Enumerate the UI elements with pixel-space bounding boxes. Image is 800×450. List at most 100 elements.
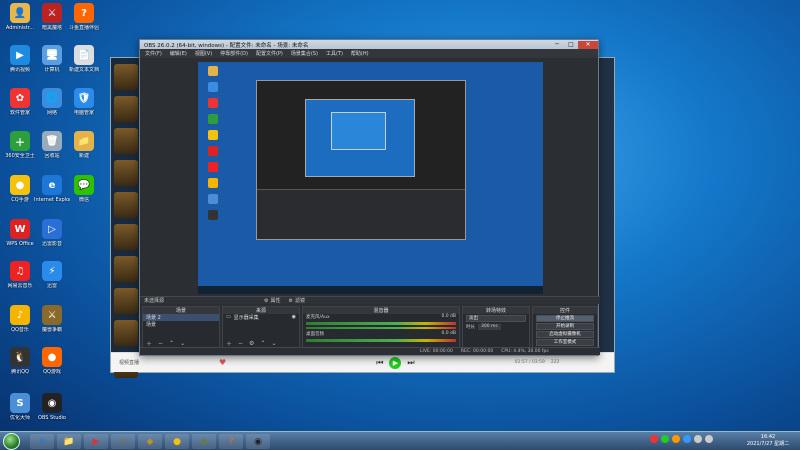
start-button[interactable] [3, 433, 20, 450]
app-icon: e [39, 436, 45, 447]
scene-item[interactable]: 场景 [143, 321, 219, 328]
app-icon: 🖥 [42, 45, 62, 65]
prev-icon[interactable]: ⏮ [376, 358, 383, 368]
desktop-icon[interactable]: 💬 微信 [66, 175, 102, 203]
scene-item[interactable]: 场景 2 [143, 314, 219, 321]
volume-icon[interactable] [705, 435, 713, 443]
desktop-icon-label: OBS Studio [38, 415, 66, 421]
studio-mode-button[interactable]: 工作室模式 [536, 339, 594, 346]
virtual-camera-button[interactable]: 启动虚拟摄像机 [536, 331, 594, 338]
maximize-icon[interactable]: □ [564, 41, 578, 49]
up-icon[interactable]: ⌃ [169, 340, 174, 347]
tray-icon[interactable] [661, 435, 669, 443]
desktop-icon[interactable]: W WPS Office [2, 219, 38, 247]
down-icon[interactable]: ⌄ [271, 340, 276, 347]
menu-item[interactable]: 文件(F) [145, 50, 162, 57]
duration-input[interactable]: 300 ms [478, 324, 501, 330]
taskbar-app-icon[interactable]: ◆ [192, 434, 216, 449]
desktop-icon[interactable]: 📁 新建 [66, 131, 102, 159]
desktop-icon[interactable]: ♪ QQ音乐 [2, 305, 38, 333]
transition-select[interactable]: 淡出 [466, 315, 526, 322]
desktop-icon[interactable]: 🌐 网络 [34, 88, 70, 116]
desktop-icon[interactable]: ● CQ手游 [2, 175, 38, 203]
remove-icon[interactable]: − [238, 340, 243, 347]
filter-icon[interactable]: ⚙ [289, 298, 293, 304]
app-icon: ◉ [254, 436, 262, 447]
obs-title-bar[interactable]: OBS 26.0.2 (64-bit, windows) - 配置文件: 未命名… [140, 40, 598, 49]
start-recording-button[interactable]: 开始录制 [536, 323, 594, 330]
desktop-icon-label: 暗黑魔塔 [41, 25, 62, 31]
desktop-icon[interactable]: 👤 Administr... [2, 3, 38, 31]
menu-item[interactable]: 场景集合(S) [291, 50, 318, 57]
desktop-icon[interactable]: 📄 新建文本文档 [66, 45, 102, 73]
desktop-icon[interactable]: 🛡 电脑管家 [66, 88, 102, 116]
app-icon: 📁 [74, 131, 94, 151]
menu-item[interactable]: 视图(V) [195, 50, 212, 57]
menu-item[interactable]: 停靠部件(D) [220, 50, 248, 57]
network-icon[interactable] [694, 435, 702, 443]
play-button[interactable]: ▶ [389, 356, 402, 369]
desktop-icon[interactable]: S 优化大师 [2, 393, 38, 421]
tray-icon[interactable] [683, 435, 691, 443]
desktop-icon[interactable]: 🐧 腾讯QQ [2, 347, 38, 375]
next-icon[interactable]: ⏭ [407, 358, 414, 368]
eye-icon[interactable]: ◉ [292, 314, 296, 321]
desktop-icon[interactable]: e Internet Explorer [34, 175, 70, 203]
taskbar-app-icon[interactable]: ⚔ [111, 434, 135, 449]
clock[interactable]: 16:42 2021/7/27 星期二 [742, 434, 794, 448]
taskbar-app-icon[interactable]: 📁 [57, 434, 81, 449]
desktop-icon[interactable]: ✿ 软件管家 [2, 88, 38, 116]
app-footer-label: 视频直播 [119, 360, 140, 366]
desktop-icon[interactable]: ⚔ 魔兽争霸 [34, 305, 70, 333]
obs-status-bar: LIVE: 00:00:00 REC: 00:00:00 CPU: 4.4%, … [140, 347, 600, 355]
tray-icon[interactable] [650, 435, 658, 443]
app-icon: ⚔ [42, 305, 62, 325]
track-db: 0.0 dB [441, 331, 456, 336]
taskbar-app-icon[interactable]: ◉ [246, 434, 270, 449]
app-icon: 🌐 [42, 88, 62, 108]
heart-icon[interactable]: ♥ [219, 358, 226, 367]
obs-preview[interactable] [198, 62, 543, 294]
desktop-icon[interactable]: 🖥 计算机 [34, 45, 70, 73]
desktop-icon[interactable]: ♫ 网易云音乐 [2, 261, 38, 289]
up-icon[interactable]: ⌃ [260, 340, 265, 347]
desktop-icon-label: CQ手游 [11, 197, 29, 203]
source-item[interactable]: ▭ 显示器采集 ◉ [223, 314, 299, 321]
preview-taskbar [198, 286, 543, 294]
desktop-icon[interactable]: ? 斗鱼直播伴侣 [66, 3, 102, 31]
remove-icon[interactable]: − [158, 340, 163, 347]
desktop-icon-label: 腾讯视频 [9, 67, 30, 73]
desktop-icon[interactable]: ＋ 360安全卫士 [2, 131, 38, 159]
tray-icon[interactable] [672, 435, 680, 443]
obs-window[interactable]: OBS 26.0.2 (64-bit, windows) - 配置文件: 未命名… [139, 39, 600, 356]
menu-item[interactable]: 帮助(H) [351, 50, 369, 57]
volume-slider[interactable] [306, 327, 456, 329]
desktop-icon[interactable]: ◉ OBS Studio [34, 393, 70, 421]
menu-item[interactable]: 配置文件(P) [256, 50, 283, 57]
taskbar-app-icon[interactable]: ◆ [138, 434, 162, 449]
scenes-panel: 场景 场景 2 场景 ＋ − ⌃ ⌄ [142, 306, 220, 348]
stop-streaming-button[interactable]: 停止推流 [536, 315, 594, 322]
minimize-icon[interactable]: ─ [550, 41, 564, 49]
desktop-icon[interactable]: ● QQ游戏 [34, 347, 70, 375]
desktop-icon[interactable]: 🗑 回收站 [34, 131, 70, 159]
down-icon[interactable]: ⌄ [180, 340, 185, 347]
taskbar-app-icon[interactable]: e [30, 434, 54, 449]
mixer-header: 混音器 [303, 307, 459, 314]
desktop-icon[interactable]: ⚔ 暗黑魔塔 [34, 3, 70, 31]
desktop-icon-label: 360安全卫士 [5, 153, 35, 159]
close-icon[interactable]: ✕ [578, 40, 598, 49]
menu-item[interactable]: 编辑(E) [170, 50, 187, 57]
volume-meter [306, 322, 456, 325]
gear-icon[interactable]: ⚙ [264, 298, 268, 304]
desktop-icon[interactable]: ⚡ 迅雷 [34, 261, 70, 289]
taskbar-app-icon[interactable]: ● [165, 434, 189, 449]
taskbar-app-icon[interactable]: ▶ [84, 434, 108, 449]
taskbar-app-icon[interactable]: ? [219, 434, 243, 449]
desktop-icon[interactable]: ▶ 腾讯视频 [2, 45, 38, 73]
gear-icon[interactable]: ⚙ [249, 340, 254, 347]
menu-item[interactable]: 工具(T) [326, 50, 343, 57]
filters-button[interactable]: 滤镜 [295, 297, 305, 304]
properties-button[interactable]: 属性 [271, 297, 281, 304]
desktop-icon[interactable]: ▷ 迅雷影音 [34, 219, 70, 247]
